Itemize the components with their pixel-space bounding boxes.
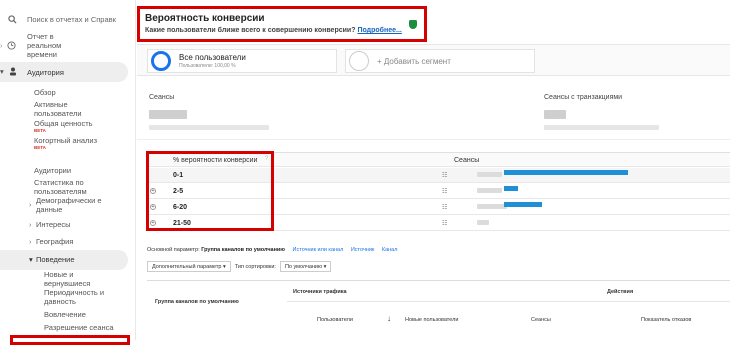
main-content: Вероятность конверсии Какие пользователи… <box>137 0 730 340</box>
chevron-right-icon: › <box>29 220 32 229</box>
col-bounce-rate[interactable]: Показатель отказов <box>641 317 691 323</box>
report-header: Вероятность конверсии Какие пользователи… <box>137 6 427 42</box>
page-subtitle: Какие пользователи ближе всего к соверше… <box>145 27 402 34</box>
sidebar-item-new-returning[interactable]: Новые и вернувшиеся <box>44 270 119 288</box>
metric-detail-blurred <box>544 125 659 130</box>
metric-detail-blurred <box>149 125 269 130</box>
sidebar-item-frequency[interactable]: Периодичность и давность <box>44 288 124 306</box>
segment-title: Все пользователи <box>179 53 246 62</box>
compare-icon[interactable]: ☷ <box>442 220 447 227</box>
segment-bar: Все пользователи Пользователи: 100,00 % … <box>137 44 730 76</box>
chevron-down-icon: ▾ <box>29 255 33 264</box>
search-icon <box>8 14 17 24</box>
metric-value-blurred <box>544 110 566 119</box>
highlight-box <box>10 335 130 345</box>
group-traffic: Источники трафика <box>293 289 347 295</box>
sidebar-item-audiences[interactable]: Аудитории <box>34 166 71 175</box>
chevron-down-icon: ▾ <box>0 67 4 76</box>
clock-icon <box>7 41 16 50</box>
chevron-right-icon: › <box>29 200 32 209</box>
person-icon <box>10 67 16 76</box>
divider <box>287 301 730 302</box>
sessions-value-blurred <box>477 220 489 225</box>
chevron-right-icon: › <box>29 237 32 246</box>
page-title: Вероятность конверсии <box>145 13 265 24</box>
sidebar-item-session-resolution[interactable]: Разрешение сеанса <box>44 323 119 332</box>
segment-circle-icon <box>349 51 369 71</box>
sidebar-item-lifetime-value[interactable]: Общая ценность BETA <box>34 119 114 133</box>
dimension-link[interactable]: Источник или канал <box>293 247 344 253</box>
realtime-label-3: времени <box>27 50 57 59</box>
sidebar-item-user-explorer[interactable]: Статистика по пользователям <box>34 178 114 196</box>
col-channel-group: Группа каналов по умолчанию <box>155 299 239 305</box>
compare-icon[interactable]: ☷ <box>442 172 447 179</box>
beta-badge: BETA <box>34 145 46 150</box>
metric-sessions-label: Сеансы <box>149 94 175 101</box>
segment-subtitle: Пользователи: 100,00 % <box>179 63 236 69</box>
sidebar-item-demographics[interactable]: Демографически е данные <box>36 196 126 214</box>
arrow-down-icon[interactable]: ↓ <box>387 314 391 323</box>
dimension-link[interactable]: Канал <box>382 247 398 253</box>
metric-value-blurred <box>149 110 187 119</box>
segment-all-users[interactable]: Все пользователи Пользователи: 100,00 % <box>147 49 337 73</box>
sidebar-item-active-users[interactable]: Активные пользователи <box>34 100 114 118</box>
table-controls: Дополнительный параметр ▾ Тип сортировки… <box>147 261 332 272</box>
compare-icon[interactable]: ☷ <box>442 204 447 211</box>
chevron-right-icon: › <box>0 41 3 50</box>
sessions-bar <box>504 202 542 207</box>
sidebar: Поиск в отчетах и Справк › Отчет в реаль… <box>0 0 136 345</box>
sessions-bar <box>504 170 628 175</box>
sessions-value-blurred <box>477 172 502 177</box>
realtime-label-1: Отчет в <box>27 32 54 41</box>
dimension-link[interactable]: Источник <box>351 247 374 253</box>
highlight-box <box>146 151 274 231</box>
metrics-panel: Сеансы Сеансы с транзакциями <box>137 82 730 140</box>
sidebar-item-overview[interactable]: Обзор <box>34 88 56 97</box>
primary-dimension: Основной параметр: Группа каналов по умо… <box>147 247 398 253</box>
col-new-users[interactable]: Новые пользователи <box>405 317 458 323</box>
add-segment-label: + Добавить сегмент <box>377 56 451 66</box>
data-grid: Группа каналов по умолчанию Источники тр… <box>147 280 730 340</box>
secondary-dimension-dropdown[interactable]: Дополнительный параметр ▾ <box>147 261 231 272</box>
add-segment-button[interactable]: + Добавить сегмент <box>345 49 535 73</box>
sidebar-item-engagement[interactable]: Вовлечение <box>44 310 86 319</box>
col-sessions[interactable]: Сеансы <box>531 317 551 323</box>
segment-circle-icon <box>151 51 171 71</box>
group-actions: Действия <box>607 289 634 295</box>
col-sessions: Сеансы <box>454 157 480 164</box>
shield-check-icon <box>409 20 417 29</box>
audience-label: Аудитория <box>27 68 64 77</box>
search-box[interactable]: Поиск в отчетах и Справк <box>8 10 133 28</box>
beta-badge: BETA <box>34 128 46 133</box>
sidebar-item-interests[interactable]: Интересы <box>36 220 71 229</box>
sidebar-item-geo[interactable]: География <box>36 237 73 246</box>
dimension-active[interactable]: Группа каналов по умолчанию <box>201 247 285 253</box>
sidebar-item-behavior[interactable]: Поведение <box>36 255 75 264</box>
realtime-label-2: реальном <box>27 41 62 50</box>
col-users[interactable]: Пользователи <box>317 317 353 323</box>
sessions-value-blurred <box>477 204 507 209</box>
sidebar-item-cohort[interactable]: Когортный анализ BETA <box>34 136 104 150</box>
search-input[interactable]: Поиск в отчетах и Справк <box>27 15 116 24</box>
sessions-bar <box>504 186 518 191</box>
sort-type-dropdown[interactable]: По умолчанию ▾ <box>279 261 332 272</box>
sessions-value-blurred <box>477 188 502 193</box>
metric-sessions-tx-label: Сеансы с транзакциями <box>544 94 623 101</box>
sort-label: Тип сортировки: <box>234 263 276 270</box>
audience-section[interactable] <box>0 62 128 82</box>
compare-icon[interactable]: ☷ <box>442 188 447 195</box>
learn-more-link[interactable]: Подробнее... <box>357 27 401 34</box>
